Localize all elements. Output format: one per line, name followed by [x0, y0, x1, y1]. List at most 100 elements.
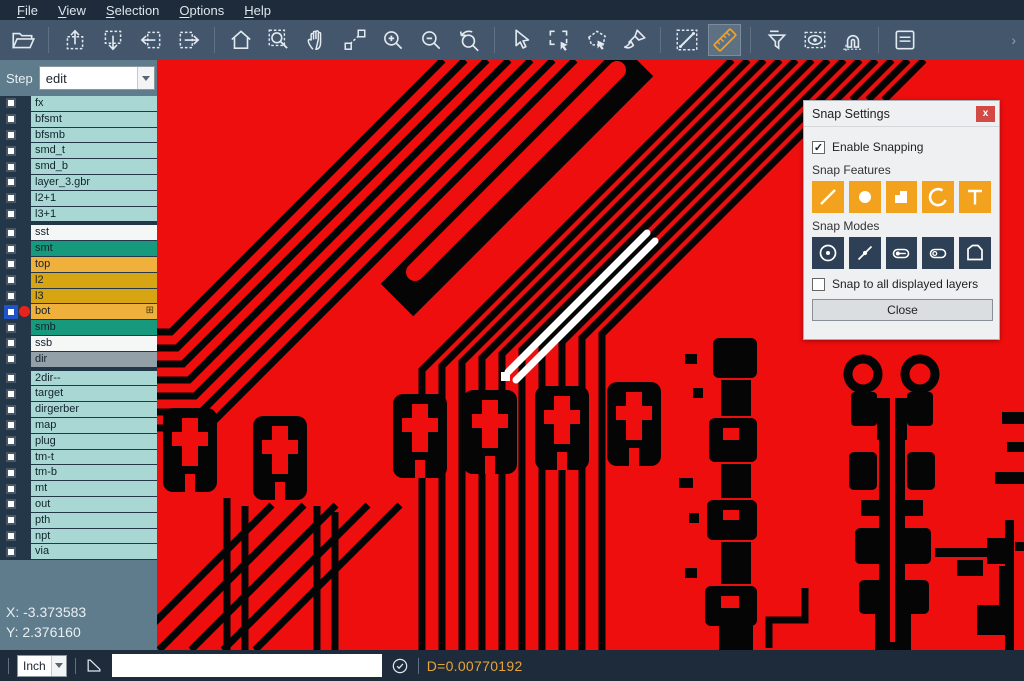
layer-out[interactable]: out	[31, 497, 157, 512]
select-rectangle-button[interactable]	[542, 24, 575, 56]
layer-row-l2[interactable]: l2	[0, 273, 157, 288]
layer-row-npt[interactable]: npt	[0, 529, 157, 544]
layer-row-sst[interactable]: sst	[0, 225, 157, 240]
layer-sst[interactable]: sst	[31, 225, 157, 240]
layer-row-via[interactable]: via	[0, 544, 157, 559]
layer-row-bfsmb[interactable]: bfsmb	[0, 128, 157, 143]
menu-item-help[interactable]: Help	[235, 3, 280, 18]
snap-slot-center-button[interactable]	[886, 237, 918, 269]
pan-button[interactable]	[300, 24, 333, 56]
snap-surface-button[interactable]	[886, 181, 918, 213]
layer-dirgerber[interactable]: dirgerber	[31, 402, 157, 417]
layer-visibility-checkbox[interactable]	[6, 275, 16, 285]
snap-midpoint-button[interactable]	[849, 237, 881, 269]
layer-visibility-checkbox[interactable]	[6, 468, 16, 478]
layer-visibility-checkbox[interactable]	[6, 354, 16, 364]
layer-smd_t[interactable]: smd_t	[31, 143, 157, 158]
layer-row-bfsmt[interactable]: bfsmt	[0, 112, 157, 127]
layer-l2+1[interactable]: l2+1	[31, 191, 157, 206]
layer-row-map[interactable]: map	[0, 418, 157, 433]
layer-row-out[interactable]: out	[0, 497, 157, 512]
layer-pth[interactable]: pth	[31, 513, 157, 528]
measure-input[interactable]	[112, 654, 382, 677]
layer-2dir--[interactable]: 2dir--	[31, 371, 157, 386]
layer-row-top[interactable]: top	[0, 257, 157, 272]
import-right-button[interactable]	[172, 24, 205, 56]
layer-visibility-checkbox[interactable]	[6, 373, 16, 383]
menu-item-options[interactable]: Options	[170, 3, 233, 18]
snap-button[interactable]	[836, 24, 869, 56]
show-selection-button[interactable]	[798, 24, 831, 56]
all-layers-checkbox[interactable]	[812, 278, 825, 291]
home-view-button[interactable]	[224, 24, 257, 56]
layer-row-layer_3.gbr[interactable]: layer_3.gbr	[0, 175, 157, 190]
menu-item-selection[interactable]: Selection	[97, 3, 168, 18]
close-button[interactable]: Close	[812, 299, 993, 321]
layer-row-target[interactable]: target	[0, 386, 157, 401]
unit-select[interactable]: Inch	[17, 655, 67, 677]
layer-row-l3[interactable]: l3	[0, 289, 157, 304]
snap-pad-button[interactable]	[849, 181, 881, 213]
layer-row-dirgerber[interactable]: dirgerber	[0, 402, 157, 417]
layer-tm-t[interactable]: tm-t	[31, 450, 157, 465]
select-pointer-button[interactable]	[504, 24, 537, 56]
import-left-button[interactable]	[134, 24, 167, 56]
layer-map[interactable]: map	[31, 418, 157, 433]
layer-visibility-checkbox[interactable]	[6, 420, 16, 430]
menu-item-file[interactable]: File	[8, 3, 47, 18]
layer-visibility-checkbox[interactable]	[6, 452, 16, 462]
layer-visibility-checkbox[interactable]	[6, 193, 16, 203]
layer-visibility-checkbox[interactable]	[6, 499, 16, 509]
layer-visibility-checkbox[interactable]	[6, 130, 16, 140]
measure-distance-button[interactable]	[670, 24, 703, 56]
layer-visibility-checkbox[interactable]	[6, 259, 16, 269]
pcb-canvas[interactable]: Snap Settings x ✓ Enable Snapping Snap F…	[157, 60, 1024, 650]
layer-ssb[interactable]: ssb	[31, 336, 157, 351]
layer-visibility-checkbox[interactable]	[6, 244, 16, 254]
layer-visibility-checkbox[interactable]	[6, 405, 16, 415]
layer-visibility-checkbox[interactable]	[6, 484, 16, 494]
import-down-button[interactable]	[96, 24, 129, 56]
menu-item-view[interactable]: View	[49, 3, 95, 18]
import-up-button[interactable]	[58, 24, 91, 56]
layer-row-smd_b[interactable]: smd_b	[0, 159, 157, 174]
apply-icon[interactable]	[390, 656, 410, 676]
layer-row-l3+1[interactable]: l3+1	[0, 207, 157, 222]
enable-snapping-checkbox[interactable]: ✓	[812, 141, 825, 154]
layer-visibility-checkbox[interactable]	[6, 114, 16, 124]
layer-visibility-checkbox[interactable]	[6, 436, 16, 446]
layer-visibility-checkbox[interactable]	[6, 389, 16, 399]
measure-ruler-button[interactable]	[708, 24, 741, 56]
layer-layer_3.gbr[interactable]: layer_3.gbr	[31, 175, 157, 190]
layer-npt[interactable]: npt	[31, 529, 157, 544]
layer-visibility-checkbox[interactable]	[6, 228, 16, 238]
layer-top[interactable]: top	[31, 257, 157, 272]
layer-row-tm-b[interactable]: tm-b	[0, 465, 157, 480]
layer-visibility-checkbox[interactable]	[6, 98, 16, 108]
layer-visibility-checkbox[interactable]	[6, 323, 16, 333]
layer-row-bot[interactable]: bot⊞	[0, 304, 157, 319]
clear-selection-button[interactable]	[618, 24, 651, 56]
chevron-down-icon[interactable]	[137, 67, 154, 89]
chevron-down-icon[interactable]	[51, 656, 66, 676]
layer-row-dir[interactable]: dir	[0, 352, 157, 367]
all-layers-row[interactable]: Snap to all displayed layers	[812, 277, 991, 291]
enable-snapping-row[interactable]: ✓ Enable Snapping	[812, 140, 991, 154]
snap-contour-button[interactable]	[959, 237, 991, 269]
layer-visibility-checkbox[interactable]	[6, 531, 16, 541]
zoom-in-button[interactable]	[376, 24, 409, 56]
snap-arc-button[interactable]	[922, 181, 954, 213]
layer-visibility-checkbox[interactable]	[6, 162, 16, 172]
layer-row-mt[interactable]: mt	[0, 481, 157, 496]
report-button[interactable]	[888, 24, 921, 56]
layer-mt[interactable]: mt	[31, 481, 157, 496]
filter-button[interactable]	[760, 24, 793, 56]
layer-bot[interactable]: bot⊞	[31, 304, 157, 319]
layer-row-plug[interactable]: plug	[0, 434, 157, 449]
layer-tm-b[interactable]: tm-b	[31, 465, 157, 480]
layer-visibility-checkbox[interactable]	[6, 307, 16, 317]
zoom-window-button[interactable]	[262, 24, 295, 56]
layer-row-smt[interactable]: smt	[0, 241, 157, 256]
layer-row-2dir--[interactable]: 2dir--	[0, 371, 157, 386]
toolbar-overflow-chevron[interactable]: ›	[1011, 32, 1018, 48]
